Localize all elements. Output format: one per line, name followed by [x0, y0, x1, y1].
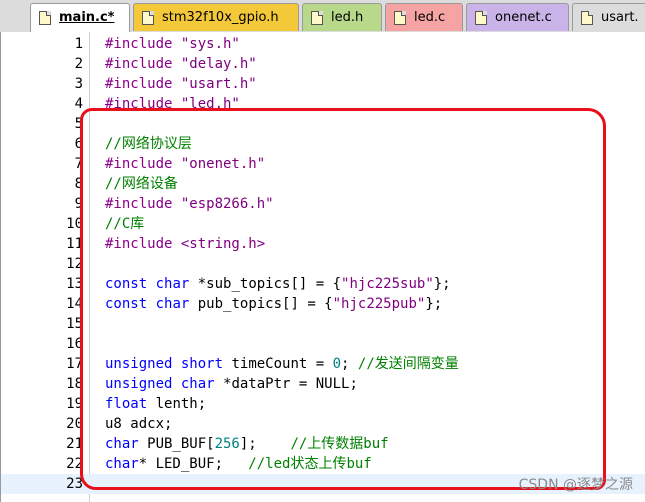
code-text: #include "usart.h"	[105, 74, 257, 94]
line-number: 9	[74, 196, 83, 212]
tab-label: onenet.c	[495, 10, 552, 25]
code-token: "delay.h"	[180, 56, 257, 72]
file-icon	[475, 11, 487, 25]
line-number: 12	[66, 256, 83, 272]
line-number: 16	[66, 336, 83, 352]
file-icon	[311, 11, 323, 25]
line-number: 5	[74, 116, 83, 132]
file-icon	[394, 11, 406, 25]
code-token: "usart.h"	[180, 76, 257, 92]
code-line[interactable]: 1 #include "sys.h"	[1, 34, 645, 54]
tab-4[interactable]: onenet.c	[466, 3, 569, 31]
line-number: 4	[74, 96, 83, 112]
line-number: 14	[66, 296, 83, 312]
code-token: "sys.h"	[180, 36, 240, 52]
tab-label: led.h	[331, 10, 364, 25]
code-line[interactable]: 2 #include "delay.h"	[1, 54, 645, 74]
code-token: #include	[105, 36, 181, 52]
line-number: 18	[66, 376, 83, 392]
code-token: #include	[105, 56, 181, 72]
tab-0[interactable]: main.c*	[30, 3, 130, 32]
line-number: 1	[74, 36, 83, 52]
line-number: 8	[74, 176, 83, 192]
line-number: 19	[66, 396, 83, 412]
line-number: 10	[66, 216, 83, 232]
line-number: 13	[66, 276, 83, 292]
line-number: 23	[66, 476, 83, 492]
code-text: #include "sys.h"	[105, 34, 240, 54]
watermark: CSDN @逐梦之源	[518, 477, 633, 493]
line-number: 15	[66, 316, 83, 332]
line-number: 7	[74, 156, 83, 172]
file-icon	[39, 11, 51, 25]
line-number: 21	[66, 436, 83, 452]
tab-label: led.c	[414, 10, 446, 25]
code-token: #include	[105, 76, 181, 92]
line-number: 20	[66, 416, 83, 432]
editor-tab-bar: main.c* stm32f10x_gpio.h led.h led.c onenet.…	[0, 0, 645, 33]
code-text: #include "delay.h"	[105, 54, 257, 74]
line-number: 6	[74, 136, 83, 152]
line-number: 17	[66, 356, 83, 372]
file-icon	[581, 11, 593, 25]
tab-label: usart.	[601, 10, 639, 25]
tab-3[interactable]: led.c	[385, 3, 463, 31]
tab-1[interactable]: stm32f10x_gpio.h	[133, 3, 299, 31]
file-icon	[142, 11, 154, 25]
line-number: 11	[66, 236, 83, 252]
line-number: 22	[66, 456, 83, 472]
tab-label: main.c*	[59, 10, 115, 25]
red-highlight-annotation	[80, 108, 606, 490]
tab-5[interactable]: usart.	[572, 3, 645, 31]
line-number: 3	[74, 76, 83, 92]
tab-2[interactable]: led.h	[302, 3, 382, 31]
code-line[interactable]: 3 #include "usart.h"	[1, 74, 645, 94]
tab-label: stm32f10x_gpio.h	[162, 10, 279, 25]
line-number: 2	[74, 56, 83, 72]
